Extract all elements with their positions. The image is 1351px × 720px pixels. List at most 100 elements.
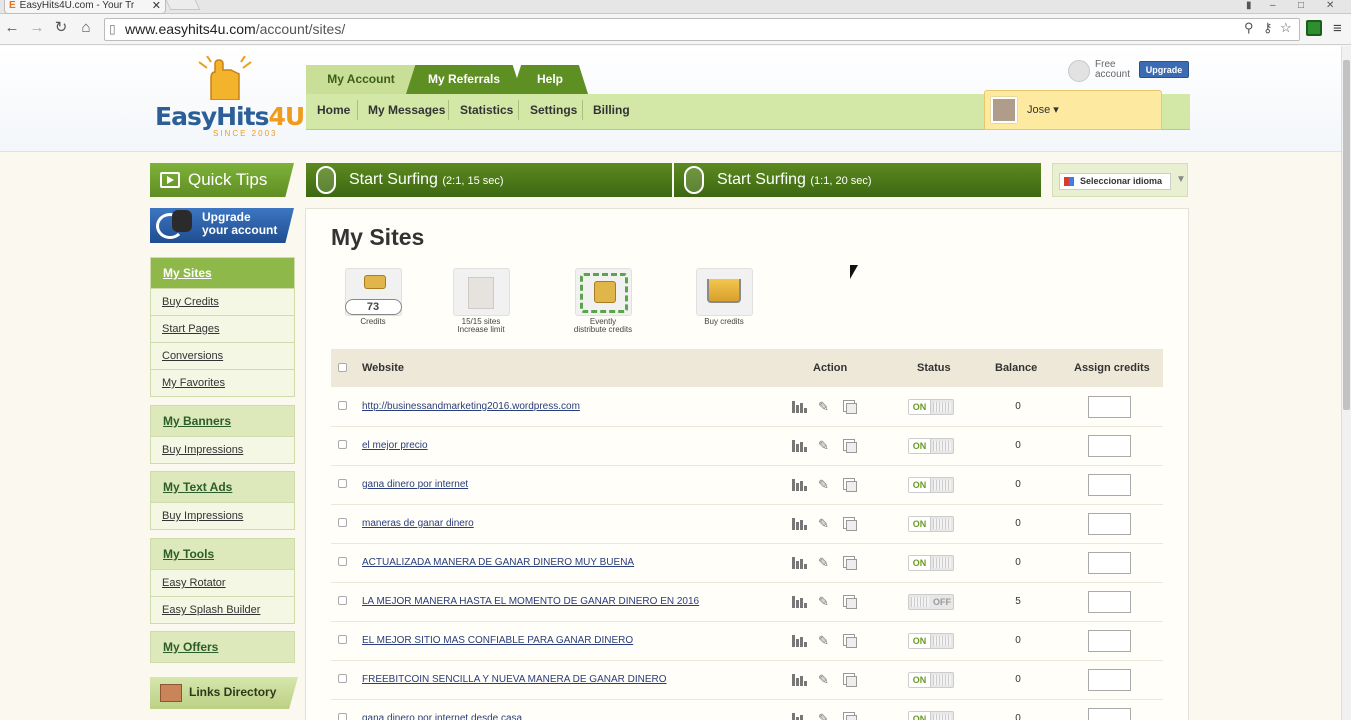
sidebar-item-my-favorites[interactable]: My Favorites	[151, 369, 294, 396]
site-link[interactable]: gana dinero por internet	[362, 466, 468, 504]
upgrade-account-banner[interactable]: Upgrade your account	[150, 208, 294, 243]
row-checkbox[interactable]	[338, 713, 347, 720]
stats-icon[interactable]	[792, 401, 807, 413]
subnav-billing[interactable]: Billing	[593, 94, 630, 126]
sidebar-item-easy-rotator[interactable]: Easy Rotator	[151, 569, 294, 596]
edit-icon[interactable]: ✎	[818, 439, 832, 453]
edit-icon[interactable]: ✎	[818, 400, 832, 414]
status-toggle[interactable]: ON	[908, 516, 954, 532]
edit-icon[interactable]: ✎	[818, 712, 832, 720]
site-link[interactable]: el mejor precio	[362, 427, 428, 465]
scrollbar-thumb[interactable]	[1343, 60, 1350, 410]
sidebar-item-start-pages[interactable]: Start Pages	[151, 315, 294, 342]
row-checkbox[interactable]	[338, 440, 347, 449]
copy-icon[interactable]	[843, 517, 857, 531]
tab-my-account[interactable]: My Account	[306, 65, 416, 94]
sidebar-item-easy-splash-builder[interactable]: Easy Splash Builder	[151, 596, 294, 623]
assign-credits-input[interactable]	[1088, 474, 1131, 496]
copy-icon[interactable]	[843, 595, 857, 609]
site-link[interactable]: maneras de ganar dinero	[362, 505, 474, 543]
sidebar-item-buy-impressions[interactable]: Buy Impressions	[151, 436, 294, 463]
upgrade-button[interactable]: Upgrade	[1139, 61, 1189, 78]
subnav-home[interactable]: Home	[317, 94, 350, 126]
sites-limit-stat[interactable]: 15/15 sites Increase limit	[446, 268, 516, 334]
status-toggle[interactable]: ON	[908, 711, 954, 720]
sidebar-item-my-sites[interactable]: My Sites	[151, 258, 294, 288]
copy-icon[interactable]	[843, 439, 857, 453]
assign-credits-input[interactable]	[1088, 591, 1131, 613]
language-select[interactable]: Seleccionar idioma	[1059, 173, 1171, 190]
edit-icon[interactable]: ✎	[818, 517, 832, 531]
zoom-icon[interactable]: ⚲	[1244, 20, 1254, 36]
stats-icon[interactable]	[792, 596, 807, 608]
sidebar-item-my-text-ads[interactable]: My Text Ads	[151, 472, 294, 502]
copy-icon[interactable]	[843, 673, 857, 687]
status-toggle[interactable]: ON	[908, 555, 954, 571]
row-checkbox[interactable]	[338, 596, 347, 605]
sidebar-item-my-offers[interactable]: My Offers	[151, 632, 294, 662]
edit-icon[interactable]: ✎	[818, 634, 832, 648]
stats-icon[interactable]	[792, 440, 807, 452]
tab-help[interactable]: Help	[512, 65, 588, 94]
stats-icon[interactable]	[792, 635, 807, 647]
increase-limit-link[interactable]: Increase limit	[446, 326, 516, 334]
new-tab-button[interactable]	[165, 0, 201, 10]
edit-icon[interactable]: ✎	[818, 478, 832, 492]
select-all-checkbox[interactable]	[338, 363, 347, 372]
status-toggle[interactable]: ON	[908, 399, 954, 415]
extension-icon[interactable]	[1306, 20, 1322, 36]
assign-credits-input[interactable]	[1088, 435, 1131, 457]
stats-icon[interactable]	[792, 479, 807, 491]
row-checkbox[interactable]	[338, 479, 347, 488]
sidebar-item-conversions[interactable]: Conversions	[151, 342, 294, 369]
site-link[interactable]: EL MEJOR SITIO MAS CONFIABLE PARA GANAR …	[362, 622, 633, 660]
distribute-credits-stat[interactable]: Evently distribute credits	[563, 268, 643, 334]
subnav-statistics[interactable]: Statistics	[460, 94, 513, 126]
tab-my-referrals[interactable]: My Referrals	[406, 65, 522, 94]
close-tab-icon[interactable]: ✕	[152, 0, 161, 12]
copy-icon[interactable]	[843, 712, 857, 720]
assign-credits-input[interactable]	[1088, 552, 1131, 574]
home-icon[interactable]: ⌂	[77, 19, 95, 37]
sidebar-item-buy-credits[interactable]: Buy Credits	[151, 288, 294, 315]
status-toggle[interactable]: OFF	[908, 594, 954, 610]
stats-icon[interactable]	[792, 557, 807, 569]
copy-icon[interactable]	[843, 478, 857, 492]
edit-icon[interactable]: ✎	[818, 595, 832, 609]
site-link[interactable]: http://businessandmarketing2016.wordpres…	[362, 388, 580, 426]
browser-menu-icon[interactable]: ≡	[1333, 20, 1342, 37]
site-link[interactable]: LA MEJOR MANERA HASTA EL MOMENTO DE GANA…	[362, 583, 699, 621]
sidebar-item-my-tools[interactable]: My Tools	[151, 539, 294, 569]
start-surfing-button-2[interactable]: Start Surfing (1:1, 20 sec)	[674, 163, 1041, 197]
reload-icon[interactable]: ↻	[52, 19, 70, 37]
links-directory-button[interactable]: Links Directory	[150, 677, 298, 709]
site-link[interactable]: gana dinero por internet desde casa	[362, 700, 522, 720]
copy-icon[interactable]	[843, 634, 857, 648]
address-bar[interactable]: ▯ www.easyhits4u.com/account/sites/	[104, 18, 1300, 41]
close-window-icon[interactable]: ✕	[1326, 0, 1334, 11]
maximize-icon[interactable]: □	[1298, 0, 1304, 11]
sidebar-item-buy-impressions[interactable]: Buy Impressions	[151, 502, 294, 529]
row-checkbox[interactable]	[338, 674, 347, 683]
status-toggle[interactable]: ON	[908, 438, 954, 454]
bookmark-star-icon[interactable]: ☆	[1280, 20, 1292, 36]
row-checkbox[interactable]	[338, 635, 347, 644]
back-icon[interactable]: ←	[3, 19, 21, 37]
start-surfing-button-1[interactable]: Start Surfing (2:1, 15 sec)	[306, 163, 672, 197]
quick-tips-button[interactable]: Quick Tips	[150, 163, 294, 197]
key-icon[interactable]: ⚷	[1263, 20, 1273, 36]
assign-credits-input[interactable]	[1088, 669, 1131, 691]
stats-icon[interactable]	[792, 518, 807, 530]
minimize-icon[interactable]: –	[1270, 0, 1276, 11]
status-toggle[interactable]: ON	[908, 477, 954, 493]
row-checkbox[interactable]	[338, 518, 347, 527]
assign-credits-input[interactable]	[1088, 708, 1131, 720]
site-logo[interactable]: EasyHits4U SINCE 2003	[155, 56, 305, 138]
user-icon[interactable]: ▮	[1246, 0, 1252, 11]
row-checkbox[interactable]	[338, 557, 347, 566]
buy-credits-stat[interactable]: Buy credits	[694, 268, 754, 326]
edit-icon[interactable]: ✎	[818, 673, 832, 687]
stats-icon[interactable]	[792, 674, 807, 686]
subnav-messages[interactable]: My Messages	[368, 94, 445, 126]
row-checkbox[interactable]	[338, 401, 347, 410]
